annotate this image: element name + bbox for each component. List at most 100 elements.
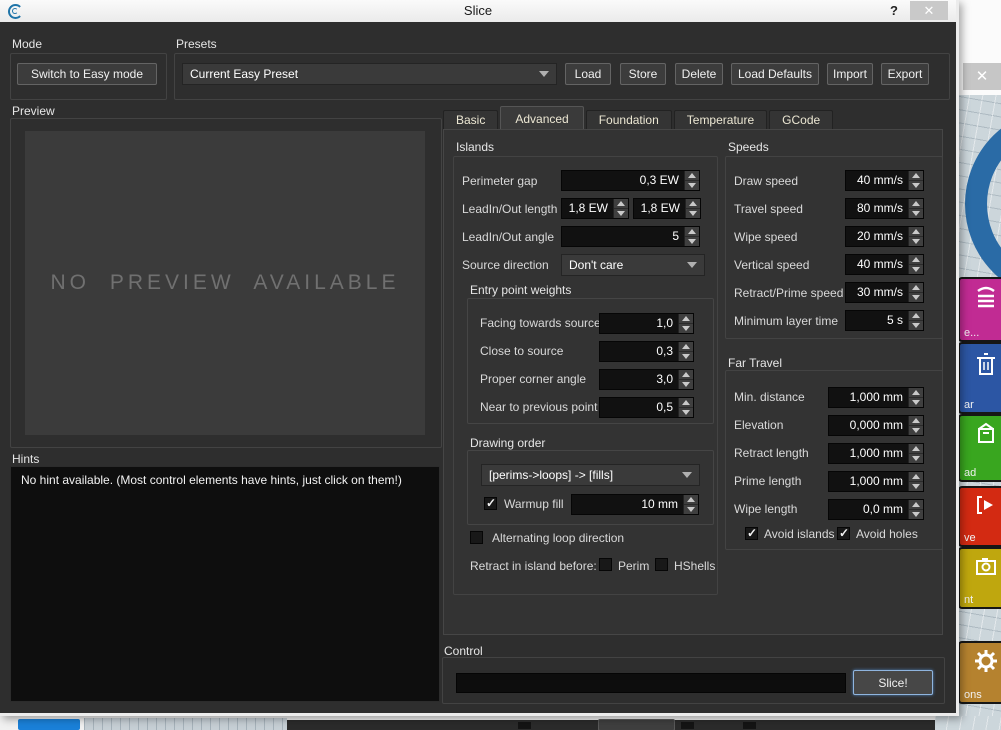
avoid-islands-checkbox[interactable] (745, 527, 758, 540)
spinner-buttons[interactable] (685, 199, 700, 218)
sidebar-button-options[interactable]: ons (958, 641, 1001, 704)
leadin-length-value-1[interactable]: 1,8 EW (562, 199, 613, 218)
retract-prime-speed-value[interactable]: 30 mm/s (846, 283, 908, 302)
import-preset-button[interactable]: Import (827, 63, 873, 85)
spinner-buttons[interactable] (678, 370, 693, 389)
close-source-value[interactable]: 0,3 (600, 342, 678, 361)
warmup-fill-checkbox[interactable] (484, 497, 497, 510)
min-distance-value[interactable]: 1,000 mm (829, 388, 908, 407)
spinner-buttons[interactable] (908, 283, 923, 302)
vertical-speed-input[interactable]: 40 mm/s (845, 254, 924, 275)
spinner-buttons[interactable] (908, 311, 923, 330)
vertical-speed-value[interactable]: 40 mm/s (846, 255, 908, 274)
min-layer-time-value[interactable]: 5 s (846, 311, 908, 330)
spinner-buttons[interactable] (684, 227, 699, 246)
preset-select[interactable]: Current Easy Preset (182, 63, 557, 85)
retract-prime-speed-input[interactable]: 30 mm/s (845, 282, 924, 303)
spinner-buttons[interactable] (908, 416, 923, 435)
export-preset-button[interactable]: Export (881, 63, 929, 85)
spinner-buttons[interactable] (908, 500, 923, 519)
load-defaults-button[interactable]: Load Defaults (731, 63, 819, 85)
draw-speed-input[interactable]: 40 mm/s (845, 170, 924, 191)
preset-select-value: Current Easy Preset (190, 67, 298, 81)
drawing-order-select[interactable]: [perims->loops] -> [fills] (481, 464, 700, 486)
spinner-buttons[interactable] (678, 314, 693, 333)
tab-foundation[interactable]: Foundation (586, 110, 672, 130)
corner-angle-label: Proper corner angle (480, 372, 586, 386)
spinner-buttons[interactable] (683, 495, 698, 514)
draw-speed-value[interactable]: 40 mm/s (846, 171, 908, 190)
sidebar-button-print[interactable]: nt (958, 547, 1001, 609)
corner-angle-input[interactable]: 3,0 (599, 369, 694, 390)
title-bar[interactable]: Slice ? ✕ (0, 0, 956, 23)
retract-perim-label: Perim (618, 559, 649, 573)
prime-length-value[interactable]: 1,000 mm (829, 472, 908, 491)
perimeter-gap-input[interactable]: 0,3 EW (561, 170, 700, 191)
wipe-speed-value[interactable]: 20 mm/s (846, 227, 908, 246)
spinner-buttons[interactable] (908, 472, 923, 491)
warmup-fill-input[interactable]: 10 mm (571, 494, 699, 515)
wipe-length-value[interactable]: 0,0 mm (829, 500, 908, 519)
chevron-down-icon (687, 262, 697, 268)
wipe-speed-input[interactable]: 20 mm/s (845, 226, 924, 247)
alternating-loop-checkbox[interactable] (470, 531, 483, 544)
spinner-buttons[interactable] (908, 171, 923, 190)
source-direction-select[interactable]: Don't care (561, 254, 705, 276)
help-button[interactable]: ? (884, 0, 904, 21)
delete-preset-button[interactable]: Delete (675, 63, 723, 85)
spinner-buttons[interactable] (613, 199, 628, 218)
elevation-value[interactable]: 0,000 mm (829, 416, 908, 435)
leadin-length-input-1[interactable]: 1,8 EW (561, 198, 629, 219)
warmup-fill-value[interactable]: 10 mm (572, 495, 683, 514)
avoid-holes-checkbox[interactable] (837, 527, 850, 540)
sidebar-button-load[interactable]: ad (958, 414, 1001, 482)
leadin-length-input-2[interactable]: 1,8 EW (633, 198, 701, 219)
elevation-input[interactable]: 0,000 mm (828, 415, 924, 436)
facing-source-value[interactable]: 1,0 (600, 314, 678, 333)
tab-advanced[interactable]: Advanced (500, 106, 583, 130)
slice-button[interactable]: Slice! (853, 670, 933, 695)
tab-basic[interactable]: Basic (443, 110, 498, 130)
background-toolbar-button[interactable] (598, 719, 675, 730)
load-preset-button[interactable]: Load (565, 63, 611, 85)
retract-hshells-checkbox[interactable] (655, 558, 668, 571)
spinner-buttons[interactable] (908, 444, 923, 463)
store-preset-button[interactable]: Store (620, 63, 666, 85)
sidebar-button-clear[interactable]: ar (958, 342, 1001, 414)
retract-length-value[interactable]: 1,000 mm (829, 444, 908, 463)
min-distance-input[interactable]: 1,000 mm (828, 387, 924, 408)
near-previous-input[interactable]: 0,5 (599, 397, 694, 418)
close-button[interactable]: ✕ (910, 1, 948, 20)
background-grid-corner (935, 716, 1001, 730)
sidebar-button-slice[interactable]: e... (958, 277, 1001, 342)
sidebar-button-label: ad (964, 467, 976, 479)
leadin-angle-value[interactable]: 5 (562, 227, 684, 246)
drawing-order-value: [perims->loops] -> [fills] (489, 468, 613, 482)
travel-speed-value[interactable]: 80 mm/s (846, 199, 908, 218)
spinner-buttons[interactable] (908, 199, 923, 218)
near-previous-value[interactable]: 0,5 (600, 398, 678, 417)
spinner-buttons[interactable] (908, 255, 923, 274)
spinner-buttons[interactable] (908, 388, 923, 407)
retract-length-input[interactable]: 1,000 mm (828, 443, 924, 464)
facing-source-input[interactable]: 1,0 (599, 313, 694, 334)
retract-perim-checkbox[interactable] (599, 558, 612, 571)
corner-angle-value[interactable]: 3,0 (600, 370, 678, 389)
leadin-angle-input[interactable]: 5 (561, 226, 700, 247)
min-layer-time-input[interactable]: 5 s (845, 310, 924, 331)
spinner-buttons[interactable] (678, 342, 693, 361)
leadin-length-value-2[interactable]: 1,8 EW (634, 199, 685, 218)
switch-easy-mode-button[interactable]: Switch to Easy mode (17, 63, 157, 85)
background-close-icon[interactable]: ✕ (963, 63, 1001, 90)
close-source-input[interactable]: 0,3 (599, 341, 694, 362)
spinner-buttons[interactable] (678, 398, 693, 417)
prime-length-input[interactable]: 1,000 mm (828, 471, 924, 492)
travel-speed-input[interactable]: 80 mm/s (845, 198, 924, 219)
perimeter-gap-value[interactable]: 0,3 EW (562, 171, 684, 190)
sidebar-button-save[interactable]: ve (958, 486, 1001, 547)
tab-temperature[interactable]: Temperature (674, 110, 767, 130)
spinner-buttons[interactable] (908, 227, 923, 246)
wipe-length-input[interactable]: 0,0 mm (828, 499, 924, 520)
spinner-buttons[interactable] (684, 171, 699, 190)
tab-gcode[interactable]: GCode (769, 110, 833, 130)
